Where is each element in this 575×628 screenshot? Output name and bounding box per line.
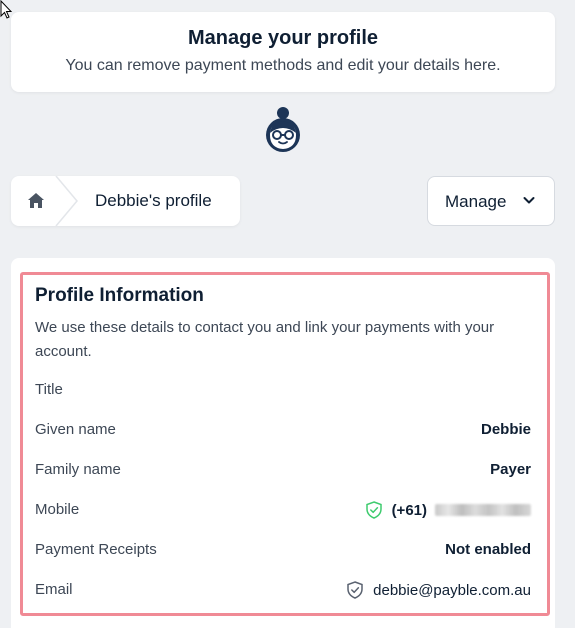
page-subtitle: You can remove payment methods and edit …: [65, 57, 501, 74]
profile-row-family-name: Family name Payer: [35, 458, 531, 482]
profile-section-description: We use these details to contact you and …: [35, 319, 495, 360]
verified-shield-icon: [365, 501, 382, 519]
profile-row-email: Email debbie@payble.com.au: [35, 578, 531, 602]
row-label: Payment Receipts: [35, 541, 157, 558]
profile-section-title: Profile Information: [35, 285, 204, 306]
breadcrumb-current[interactable]: Debbie's profile: [95, 191, 212, 211]
manage-button-label: Manage: [445, 192, 507, 211]
breadcrumb: Debbie's profile: [11, 176, 240, 226]
profile-row-payment-receipts: Payment Receipts Not enabled: [35, 538, 531, 562]
profile-row-given-name: Given name Debbie: [35, 418, 531, 442]
email-address: debbie@payble.com.au: [373, 581, 531, 599]
avatar-icon: [266, 107, 300, 152]
manage-button[interactable]: Manage: [427, 176, 555, 226]
profile-row-mobile: Mobile (+61): [35, 498, 531, 522]
mobile-country-code: (+61): [391, 501, 427, 519]
home-icon: [28, 193, 44, 208]
profile-row-title: Title: [35, 378, 531, 402]
row-label: Given name: [35, 421, 116, 438]
row-label: Title: [35, 381, 63, 398]
email-value: debbie@payble.com.au: [347, 581, 531, 599]
redacted-phone-number: [435, 504, 531, 516]
row-label: Family name: [35, 461, 121, 478]
page-title: Manage your profile: [187, 27, 379, 49]
row-value: Payer: [490, 461, 531, 478]
breadcrumb-separator: [55, 176, 78, 226]
breadcrumb-home-button[interactable]: [11, 176, 57, 226]
header-card: Manage your profile You can remove payme…: [11, 12, 555, 92]
row-label: Email: [35, 581, 73, 598]
row-value: Debbie: [480, 421, 531, 438]
row-value: Not enabled: [445, 541, 531, 558]
chevron-down-icon: [523, 197, 535, 204]
unverified-shield-icon: [347, 581, 363, 599]
row-label: Mobile: [35, 501, 80, 518]
mobile-value: (+61): [365, 501, 531, 519]
